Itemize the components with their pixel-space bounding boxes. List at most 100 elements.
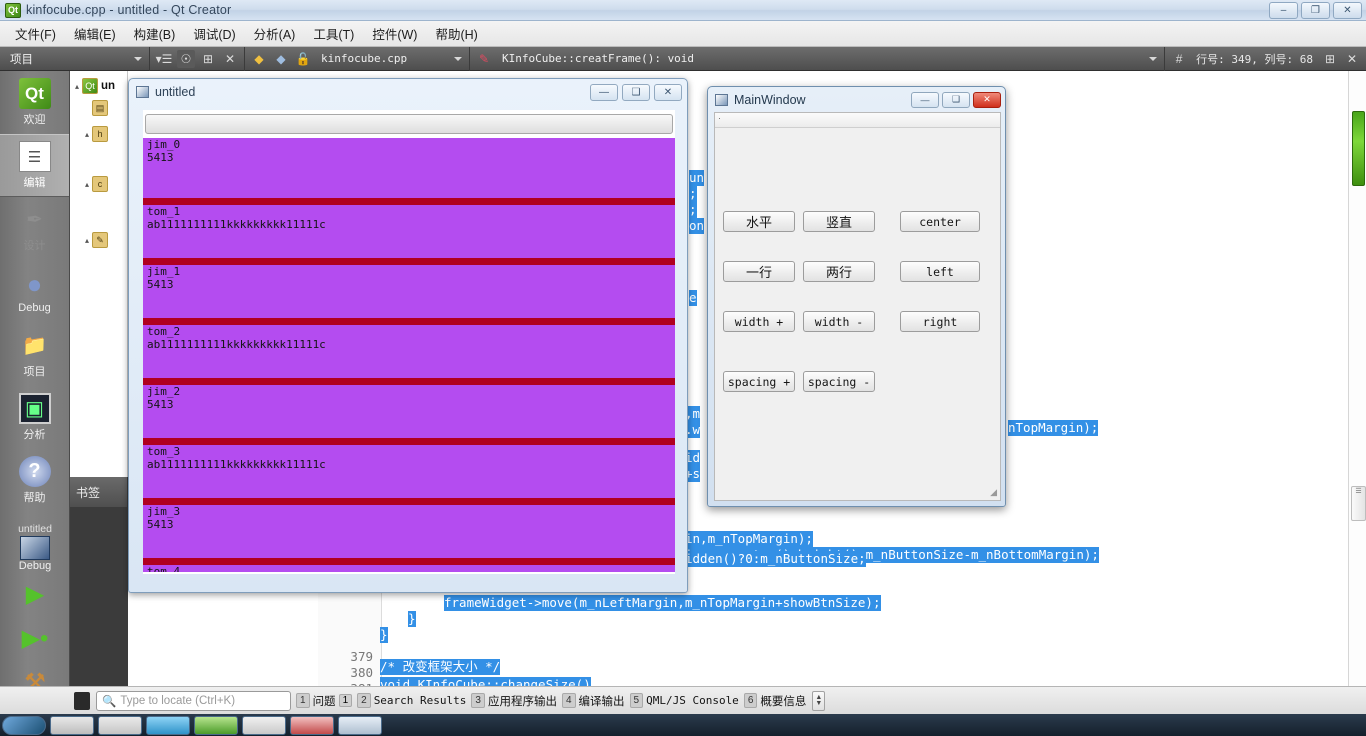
width-plus-button[interactable]: width + [723,311,795,332]
menu-help[interactable]: 帮助(H) [426,21,486,46]
left-button[interactable]: left [900,261,980,282]
editor-overview-bar[interactable]: ☰ [1348,71,1366,708]
mainwindow-dialog[interactable]: MainWindow — ❑ ✕ · ◢ 水平 竖直 center 一行 两行 left w… [707,86,1006,507]
mainwindow-minimize-button[interactable]: — [911,91,939,108]
nav-back-icon[interactable]: ◆ [250,50,268,68]
spacing-minus-button[interactable]: spacing - [803,371,875,392]
code-line[interactable]: } [380,627,388,643]
mode-Debug[interactable]: ● Debug [0,260,69,323]
code-line[interactable]: /* 改变框架大小 */ [380,659,501,675]
sync-with-editor-icon[interactable]: ☉ [177,49,195,68]
two-rows-button[interactable]: 两行 [803,261,875,282]
tree-row[interactable]: ▴ ✎ [70,229,127,251]
tree-row[interactable]: ▤ [70,97,127,119]
taskbar-start-button[interactable] [2,715,46,735]
list-item[interactable]: tom_2 ab1111111111kkkkkkkkk11111c [143,318,675,378]
spacing-plus-button[interactable]: spacing + [723,371,795,392]
output-pane-5[interactable]: 5 QML/JS Console [629,690,739,711]
code-line[interactable]: e [689,290,697,306]
expand-arrow-icon[interactable]: ▴ [72,82,82,91]
menu-window[interactable]: 控件(W) [363,21,426,46]
list-top-scroll-field[interactable] [145,114,673,134]
mainwindow-menubar[interactable]: · [715,113,1000,128]
output-pane-3[interactable]: 3 应用程序输出 [471,690,557,711]
output-pane-stepper[interactable]: ▲ ▼ [812,690,826,711]
list-item[interactable]: tom_3 ab1111111111kkkkkkkkk11111c [143,438,675,498]
list-item[interactable]: tom_1 ab1111111111kkkkkkkkk11111c [143,198,675,258]
mode-欢迎[interactable]: Qt 欢迎 [0,71,69,134]
untitled-close-button[interactable]: ✕ [654,83,682,101]
code-line[interactable]: ; [689,202,697,218]
code-line[interactable]: nTopMargin); [1008,420,1099,436]
expand-arrow-icon[interactable]: ▴ [82,236,92,245]
restore-button[interactable]: ❐ [1301,1,1330,19]
project-combo[interactable]: 项目 [0,46,150,71]
list-item[interactable]: jim_2 5413 [143,378,675,438]
taskbar-item[interactable] [338,715,382,735]
mode-项目[interactable]: 📁 项目 [0,323,69,386]
code-line[interactable]: in,m_nTopMargin); [685,531,813,547]
info-cube-list[interactable]: jim_0 5413 tom_1 ab1111111111kkkkkkkkk11111… [143,110,675,574]
width-minus-button[interactable]: width - [803,311,875,332]
add-split-icon[interactable]: ⊞ [199,50,217,68]
symbol-selector[interactable]: ✎ KInfoCube::creatFrame(): void [470,46,1166,71]
bookmarks-pane-header[interactable]: 书签 [70,477,128,507]
taskbar-item[interactable] [194,715,238,735]
search-input[interactable]: 🔍 Type to locate (Ctrl+K) [96,690,291,711]
mainwindow-maximize-button[interactable]: ❑ [942,91,970,108]
right-button[interactable]: right [900,311,980,332]
minimize-button[interactable]: – [1269,1,1298,19]
overview-marker[interactable] [1352,111,1365,186]
code-line[interactable]: on [689,218,705,234]
taskbar-item[interactable] [98,715,142,735]
taskbar-item[interactable] [50,715,94,735]
toggle-sidebar-icon[interactable] [74,691,90,710]
tree-row[interactable]: ▴ Qt un [70,75,127,97]
mode-分析[interactable]: ▣ 分析 [0,386,69,449]
one-row-button[interactable]: 一行 [723,261,795,282]
close-button[interactable]: ✕ [1333,1,1362,19]
project-tree-pane[interactable]: ▴ Qt un ▤ ▴ h ▴ c ▴ ✎ [70,71,128,477]
untitled-app-window[interactable]: untitled — ❑ ✕ jim_0 5413 tom_1 ab111111111… [128,78,688,593]
list-item[interactable]: tom_4 [143,558,675,572]
taskbar-item[interactable] [242,715,286,735]
mainwindow-close-button[interactable]: ✕ [973,91,1001,108]
code-line[interactable]: idden()?0:m_nButtonSize; [685,551,866,567]
mode-帮助[interactable]: ? 帮助 [0,449,69,512]
taskbar-item[interactable] [146,715,190,735]
code-line[interactable]: ; [689,186,697,202]
output-pane-4[interactable]: 4 编译输出 [561,690,625,711]
code-line[interactable]: frameWidget->move(m_nLeftMargin,m_nTopMa… [444,595,881,611]
tree-row[interactable]: ▴ h [70,123,127,145]
run-debug-icon[interactable]: ▶• [0,616,70,660]
menu-file[interactable]: 文件(F) [6,21,65,46]
kit-target[interactable]: Debug [0,536,70,572]
close-icon[interactable]: ✕ [221,50,239,68]
menu-debug[interactable]: 调试(D) [184,21,244,46]
code-line[interactable]: un [689,170,705,186]
expand-arrow-icon[interactable]: ▴ [82,130,92,139]
file-selector[interactable]: ◆ ◆ 🔓 kinfocube.cpp [245,46,470,71]
nav-forward-icon[interactable]: ◆ [272,50,290,68]
list-item[interactable]: jim_0 5413 [143,138,675,198]
kit-selector[interactable]: untitled Debug ▶ ▶• ⚒ [0,520,70,708]
menu-analyze[interactable]: 分析(A) [245,21,305,46]
expand-arrow-icon[interactable]: ▴ [82,180,92,189]
run-play-icon[interactable]: ▶ [0,572,70,616]
output-pane-2[interactable]: 2 Search Results [357,690,466,711]
unlocked-icon[interactable]: 🔓 [294,50,312,68]
vertical-button[interactable]: 竖直 [803,211,875,232]
untitled-maximize-button[interactable]: ❑ [622,83,650,101]
horizontal-button[interactable]: 水平 [723,211,795,232]
menu-tools[interactable]: 工具(T) [304,21,363,46]
close-editor-icon[interactable]: ✕ [1343,50,1361,68]
mode-编辑[interactable]: ☰ 编辑 [0,134,69,197]
output-pane-1[interactable]: 1 问题 1 [296,690,353,711]
size-grip-icon[interactable]: ◢ [990,487,997,498]
output-pane-6[interactable]: 6 概要信息 [743,690,806,711]
editor-scrollbar-thumb[interactable]: ☰ [1351,486,1366,521]
taskbar-item[interactable] [290,715,334,735]
split-editor-icon[interactable]: ⊞ [1321,50,1339,68]
list-item[interactable]: jim_1 5413 [143,258,675,318]
code-line[interactable]: } [408,611,416,627]
